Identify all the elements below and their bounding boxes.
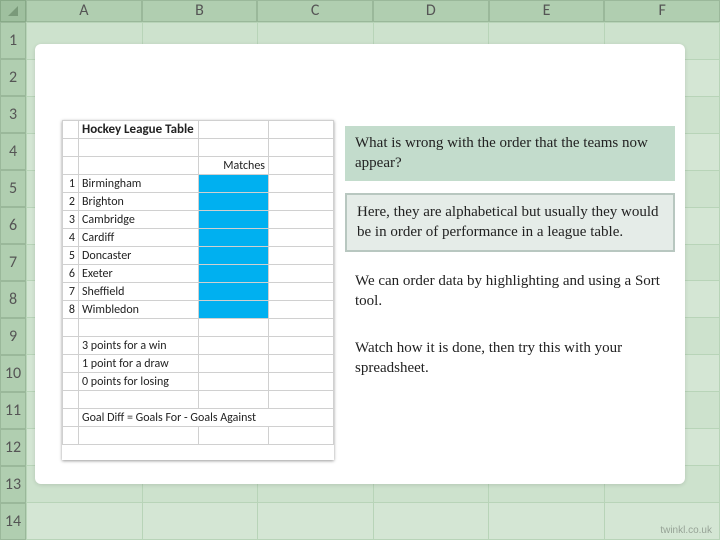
table-row: 4Cardiff [63, 229, 334, 247]
table-row: 3Cambridge [63, 211, 334, 229]
row-5: 5 [0, 170, 26, 207]
select-all-corner [0, 0, 26, 22]
answer-box: Here, they are alphabetical but usually … [345, 193, 675, 252]
row-6: 6 [0, 207, 26, 244]
row-7: 7 [0, 244, 26, 281]
rule-win: 3 points for a win [79, 337, 199, 355]
table-row: 2Brighton [63, 193, 334, 211]
corner-triangle-icon [8, 6, 18, 16]
row-3: 3 [0, 96, 26, 133]
embedded-spreadsheet: Hockey League Table Matches 1Birmingham … [62, 120, 334, 460]
table-row: 8Wimbledon [63, 301, 334, 319]
instruction-2: Watch how it is done, then try this with… [345, 331, 675, 386]
column-headers: A B C D E F [0, 0, 720, 22]
row-headers: 1 2 3 4 5 6 7 8 9 10 11 12 13 14 [0, 22, 26, 540]
rule-lose: 0 points for losing [79, 373, 199, 391]
row-8: 8 [0, 281, 26, 318]
goal-diff-formula: Goal Diff = Goals For - Goals Against [79, 409, 334, 427]
row-2: 2 [0, 59, 26, 96]
matches-header: Matches [199, 157, 269, 175]
row-13: 13 [0, 466, 26, 503]
row-1: 1 [0, 22, 26, 59]
col-B: B [142, 0, 258, 22]
explanation-column: What is wrong with the order that the te… [345, 126, 675, 398]
row-14: 14 [0, 503, 26, 540]
col-C: C [257, 0, 373, 22]
col-D: D [373, 0, 489, 22]
col-F: F [604, 0, 720, 22]
row-4: 4 [0, 133, 26, 170]
question-box: What is wrong with the order that the te… [345, 126, 675, 181]
row-10: 10 [0, 355, 26, 392]
table-row: 5Doncaster [63, 247, 334, 265]
col-A: A [26, 0, 142, 22]
row-11: 11 [0, 392, 26, 429]
table-row: 1Birmingham [63, 175, 334, 193]
watermark: twinkl.co.uk [660, 525, 712, 536]
table-row: 7Sheffield [63, 283, 334, 301]
rule-draw: 1 point for a draw [79, 355, 199, 373]
table-row: 6Exeter [63, 265, 334, 283]
ss-title: Hockey League Table [79, 121, 199, 139]
col-E: E [489, 0, 605, 22]
row-9: 9 [0, 318, 26, 355]
row-12: 12 [0, 429, 26, 466]
instruction-1: We can order data by highlighting and us… [345, 264, 675, 319]
